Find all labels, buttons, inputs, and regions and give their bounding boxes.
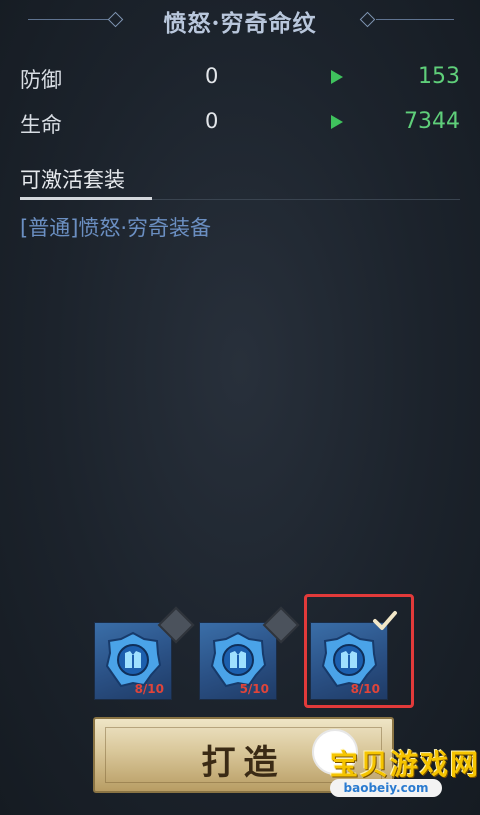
diamond-ornament-icon xyxy=(359,11,376,28)
arrow-right-icon xyxy=(331,115,343,129)
watermark-text: 宝贝游戏网 xyxy=(330,748,480,781)
blue-gem-emblem-icon xyxy=(105,631,162,688)
site-watermark: 宝贝游戏网 baobeiy.com xyxy=(300,725,480,815)
panel-title-bar: 愤怒·穷奇命纹 xyxy=(0,0,480,44)
material-slot-1[interactable]: 8/10 xyxy=(94,622,172,700)
stat-current-value: 0 xyxy=(205,64,219,88)
stat-row-health: 生命 0 7344 xyxy=(0,103,480,143)
blue-gem-emblem-icon xyxy=(210,631,267,688)
stat-label: 防御 xyxy=(20,68,62,92)
stat-new-value: 153 xyxy=(418,64,460,89)
section-title-underline xyxy=(20,197,152,200)
material-slot-2[interactable]: 5/10 xyxy=(199,622,277,700)
set-section-title: 可激活套装 xyxy=(20,168,125,192)
arrow-right-icon xyxy=(331,70,343,84)
slot-count: 8/10 xyxy=(134,682,164,696)
page-title: 愤怒·穷奇命纹 xyxy=(163,10,317,37)
stat-current-value: 0 xyxy=(205,109,219,133)
stat-row-defense: 防御 0 153 xyxy=(0,58,480,98)
set-item-link[interactable]: [普通]愤怒·穷奇装备 xyxy=(20,212,211,242)
stat-label: 生命 xyxy=(20,113,62,137)
title-divider-right xyxy=(376,19,454,20)
slot-count: 5/10 xyxy=(239,682,269,696)
stat-new-value: 7344 xyxy=(404,109,460,134)
watermark-url: baobeiy.com xyxy=(330,779,442,797)
checkmark-icon[interactable] xyxy=(372,608,398,634)
title-divider-left xyxy=(28,19,108,20)
